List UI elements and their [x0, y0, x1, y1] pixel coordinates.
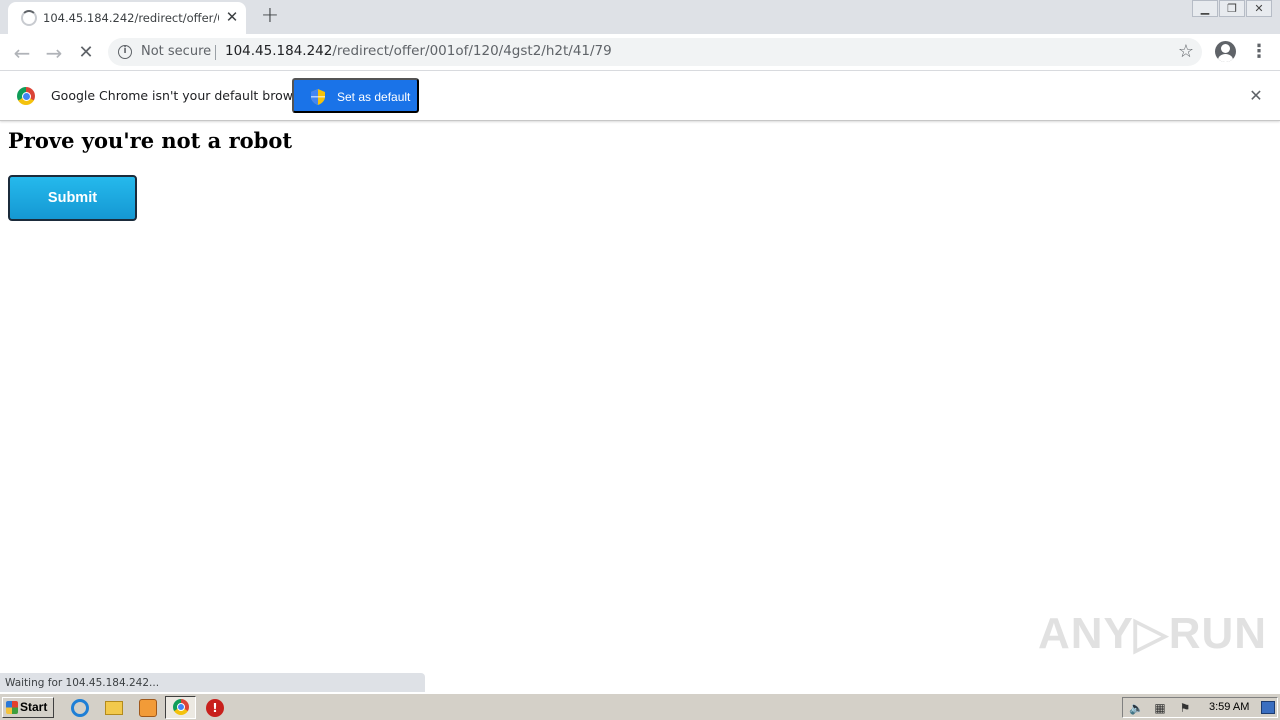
- menu-icon[interactable]: ⋮: [1250, 41, 1268, 63]
- internet-explorer-icon[interactable]: [71, 699, 89, 717]
- back-icon[interactable]: ←: [9, 40, 35, 66]
- tab-close-icon[interactable]: ✕: [223, 8, 241, 26]
- page-heading: Prove you're not a robot: [8, 128, 293, 153]
- media-player-icon[interactable]: [139, 699, 157, 717]
- forward-icon[interactable]: →: [41, 40, 67, 66]
- tab-title: 104.45.184.242/redirect/offer/001of/120/…: [43, 11, 219, 25]
- restore-button[interactable]: ❐: [1219, 0, 1245, 17]
- show-desktop-icon[interactable]: [1261, 701, 1275, 714]
- shield-icon: [311, 89, 325, 105]
- stop-sign-icon[interactable]: !: [206, 699, 224, 717]
- volume-icon[interactable]: 🔈: [1129, 701, 1144, 715]
- new-tab-button[interactable]: +: [258, 4, 282, 28]
- chrome-taskbar-button[interactable]: [165, 696, 196, 719]
- address-bar[interactable]: i Not secure 104.45.184.242/redirect/off…: [108, 38, 1202, 66]
- status-bubble: Waiting for 104.45.184.242...: [0, 673, 425, 692]
- omnibox-separator: [215, 45, 216, 60]
- submit-button[interactable]: Submit: [8, 175, 137, 221]
- default-browser-infobar: Google Chrome isn't your default browser…: [0, 71, 1280, 121]
- stop-loading-icon[interactable]: ✕: [73, 40, 99, 66]
- browser-toolbar: ← → ✕ i Not secure 104.45.184.242/redire…: [0, 34, 1280, 71]
- info-icon[interactable]: i: [118, 45, 132, 59]
- loading-spinner-icon: [21, 10, 37, 26]
- browser-tab[interactable]: 104.45.184.242/redirect/offer/001of/120/…: [8, 2, 246, 34]
- infobar-message: Google Chrome isn't your default browser: [51, 88, 313, 103]
- set-as-default-label: Set as default: [337, 90, 411, 104]
- window-controls: ▁ ❐ ✕: [1191, 0, 1272, 18]
- url-text[interactable]: 104.45.184.242/redirect/offer/001of/120/…: [225, 43, 612, 59]
- windows-taskbar: Start ! 🔈 ▦ ⚑ 3:59 AM: [0, 693, 1280, 720]
- chrome-icon: [173, 699, 189, 715]
- taskbar-clock[interactable]: 3:59 AM: [1209, 701, 1249, 713]
- start-button[interactable]: Start: [2, 697, 54, 718]
- anyrun-watermark: ANY▷RUN: [1038, 609, 1268, 658]
- file-explorer-icon[interactable]: [105, 701, 123, 715]
- window-close-button[interactable]: ✕: [1246, 0, 1272, 17]
- action-center-flag-icon[interactable]: ⚑: [1178, 701, 1192, 715]
- bookmark-star-icon[interactable]: ☆: [1178, 41, 1194, 62]
- windows-flag-icon: [6, 701, 18, 714]
- network-icon[interactable]: ▦: [1153, 701, 1167, 715]
- security-label[interactable]: Not secure: [141, 44, 211, 59]
- chrome-logo-icon: [17, 87, 35, 105]
- start-label: Start: [20, 700, 48, 714]
- tab-strip: 104.45.184.242/redirect/offer/001of/120/…: [0, 0, 1280, 34]
- url-host: 104.45.184.242: [225, 43, 333, 59]
- url-path: /redirect/offer/001of/120/4gst2/h2t/41/7…: [332, 43, 612, 59]
- profile-icon[interactable]: [1215, 41, 1236, 62]
- system-tray: 🔈 ▦ ⚑ 3:59 AM: [1122, 697, 1278, 718]
- set-as-default-button[interactable]: Set as default: [292, 78, 419, 113]
- infobar-close-icon[interactable]: ✕: [1246, 86, 1266, 106]
- minimize-button[interactable]: ▁: [1192, 0, 1218, 17]
